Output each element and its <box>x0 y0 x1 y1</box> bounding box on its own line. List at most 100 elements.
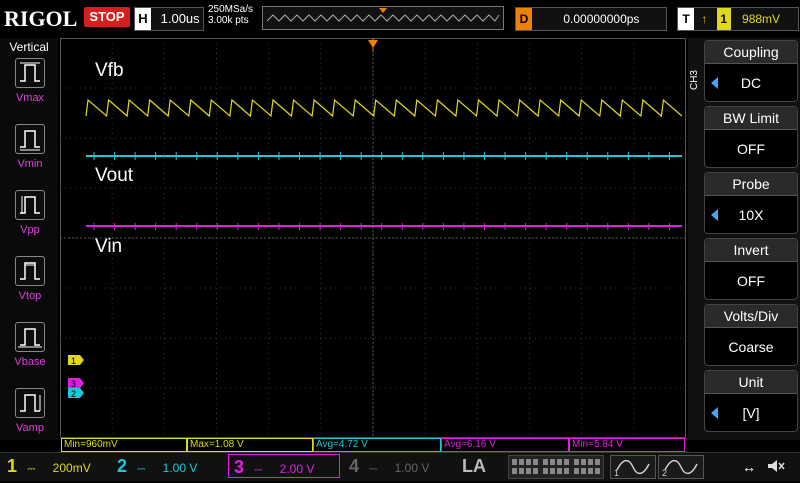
invert-button[interactable]: Invert OFF <box>704 238 798 300</box>
channel-4-status[interactable]: 4 ⎓ 1.00 V <box>344 454 456 478</box>
menu-item-title: Probe <box>705 173 797 196</box>
measure-label: Vamp <box>16 422 44 434</box>
menu-item-title: BW Limit <box>705 107 797 130</box>
channel-1-ground-marker[interactable]: 1 <box>68 355 84 366</box>
acquisition-info: 250MSa/s 3.00k pts <box>208 4 253 26</box>
menu-item-value: 10X <box>738 207 764 223</box>
measure-vpp-button[interactable]: Vpp <box>12 190 48 236</box>
vpp-icon <box>15 190 45 220</box>
channel-3-ground-marker[interactable]: 3 <box>68 378 84 389</box>
channel-scale: 200mV <box>52 461 91 475</box>
trigger-channel: 1 <box>716 8 731 30</box>
source-2-button[interactable]: 2 <box>658 455 704 479</box>
vmax-icon <box>15 58 45 88</box>
measure-label: Vmax <box>15 92 45 104</box>
measurement-ch1-max[interactable]: Max=1.08 V <box>187 438 313 452</box>
channel-scale: 1.00 V <box>162 461 198 475</box>
menu-item-title: Unit <box>705 371 797 394</box>
measurement-ch1-min[interactable]: Min=960mV <box>61 438 187 452</box>
source-1-button[interactable]: 1 <box>610 455 656 479</box>
bw-limit-button[interactable]: BW Limit OFF <box>704 106 798 168</box>
measure-label: Vmin <box>17 158 43 170</box>
timebase-value: 1.00us <box>160 11 200 26</box>
speaker-muted-icon-graphic <box>768 460 785 472</box>
memory-depth: 3.00k pts <box>208 15 249 26</box>
measure-label: Vbase <box>14 356 46 368</box>
menu-item-title: Invert <box>705 239 797 262</box>
menu-item-title: Volts/Div <box>705 305 797 328</box>
channel-marker-number: 3 <box>71 379 76 389</box>
probe-button[interactable]: Probe 10X <box>704 172 798 234</box>
measure-label: Vpp <box>20 224 40 236</box>
channel-menu-tag: CH3 <box>689 70 700 91</box>
horizontal-delay[interactable]: D 0.00000000ps <box>515 7 667 31</box>
sample-rate: 250MSa/s <box>208 4 254 15</box>
measurement-ch3-min[interactable]: Min=5.84 V <box>569 438 685 452</box>
dc-coupling-icon: ⎓ <box>137 464 146 475</box>
sine-wave-icon: 2 <box>662 459 698 478</box>
trace-vfb <box>85 98 683 118</box>
coupling-button[interactable]: Coupling DC <box>704 40 798 102</box>
channel-2-ground-marker[interactable]: 2 <box>68 388 84 399</box>
logic-analyzer-button[interactable]: LA <box>462 454 506 478</box>
channel-number: 2 <box>116 456 127 476</box>
channel-marker-number: 1 <box>71 356 76 366</box>
rigol-logo: RIGOL <box>4 6 78 31</box>
speaker-muted-icon[interactable] <box>766 458 786 474</box>
memory-waveform-overview <box>262 6 504 30</box>
channel-2-status[interactable]: 2 ⎓ 1.00 V <box>112 454 224 478</box>
trigger-level: 988mV <box>742 12 781 26</box>
waveform-display[interactable]: 1 32 <box>60 38 686 438</box>
trace-label-vout: Vout <box>95 165 134 186</box>
channel-marker-number: 2 <box>71 389 76 399</box>
trace-label-vfb: Vfb <box>95 60 124 81</box>
menu-item-value: DC <box>740 75 762 91</box>
memory-overview-graphic <box>266 8 500 22</box>
trigger-key: T <box>678 8 694 30</box>
measure-vtop-button[interactable]: Vtop <box>12 256 48 302</box>
channel-scale: 1.00 V <box>394 461 430 475</box>
delay-key: D <box>516 8 532 30</box>
vtop-icon <box>15 256 45 286</box>
vamp-icon <box>15 388 45 418</box>
waveform-grid: 1 32 <box>60 38 686 438</box>
measurement-ch2-avg[interactable]: Avg=4.72 V <box>313 438 441 452</box>
vbase-icon <box>15 322 45 352</box>
trigger-position-marker <box>379 8 387 13</box>
vmin-icon <box>15 124 45 154</box>
horizontal-key: H <box>135 8 151 30</box>
rising-edge-icon: ↑ <box>701 12 708 26</box>
menu-item-value: Coarse <box>728 339 774 355</box>
channel-1-status[interactable]: 1 ⎓ 200mV <box>2 454 106 478</box>
run-stop-indicator[interactable]: STOP <box>84 7 130 27</box>
channel-number: 3 <box>233 457 244 477</box>
measure-vmax-button[interactable]: Vmax <box>12 58 48 104</box>
channel-scale: 2.00 V <box>279 462 315 476</box>
svg-text:2: 2 <box>662 468 667 478</box>
menu-item-value: [V] <box>742 405 760 421</box>
trace-label-vin: Vin <box>95 236 123 257</box>
measure-label: Vtop <box>18 290 42 302</box>
digital-channel-indicators <box>508 455 604 479</box>
horizontal-timebase[interactable]: H 1.00us <box>134 7 204 31</box>
digital-channels-graphic <box>512 459 600 474</box>
volts-div-button[interactable]: Volts/Div Coarse <box>704 304 798 366</box>
channel-number: 4 <box>348 456 359 476</box>
measure-vamp-button[interactable]: Vamp <box>12 388 48 434</box>
menu-item-value: OFF <box>737 273 765 289</box>
measure-vmin-button[interactable]: Vmin <box>12 124 48 170</box>
channel-number: 1 <box>6 456 17 476</box>
svg-text:1: 1 <box>614 468 619 478</box>
dc-coupling-icon: ⎓ <box>369 464 378 475</box>
usb-icon: ↔ <box>742 459 756 475</box>
unit-button[interactable]: Unit [V] <box>704 370 798 432</box>
trigger-settings[interactable]: T ↑ 1 988mV <box>677 7 799 31</box>
menu-item-title: Coupling <box>705 41 797 64</box>
measure-vbase-button[interactable]: Vbase <box>12 322 48 368</box>
delay-value: 0.00000000ps <box>563 12 640 26</box>
measurement-ch3-avg[interactable]: Avg=6.16 V <box>441 438 569 452</box>
dc-coupling-icon: ⎓ <box>27 464 36 475</box>
measurement-category-title: Vertical <box>9 40 49 54</box>
sine-wave-icon: 1 <box>614 459 650 478</box>
channel-3-status[interactable]: 3 ⎓ 2.00 V <box>228 454 340 478</box>
